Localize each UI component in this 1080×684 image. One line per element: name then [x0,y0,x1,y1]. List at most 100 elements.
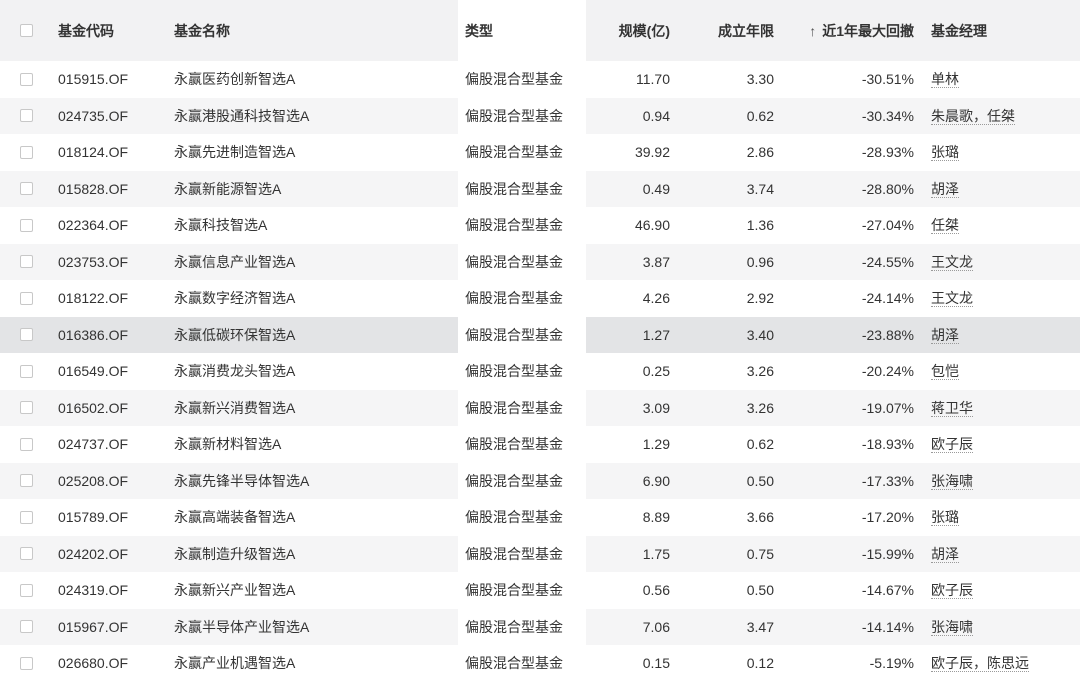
fund-name[interactable]: 永赢新兴产业智选A [174,580,295,600]
fund-name[interactable]: 永赢医药创新智选A [174,69,295,89]
row-checkbox[interactable] [20,547,33,561]
fund-name[interactable]: 永赢科技智选A [174,215,267,235]
table-row[interactable]: 024319.OF 永赢新兴产业智选A 偏股混合型基金 0.56 0.50 -14.67%… [0,572,1080,609]
row-checkbox[interactable] [20,474,33,488]
fund-type: 偏股混合型基金 [465,545,563,562]
fund-manager[interactable]: 王文龙 [931,288,973,308]
fund-manager-link[interactable]: 朱晨歌，任桀 [931,107,1015,125]
header-code[interactable]: 基金代码 [58,21,114,41]
table-row[interactable]: 015789.OF 永赢高端装备智选A 偏股混合型基金 8.89 3.66 -17.20%… [0,499,1080,536]
header-manager[interactable]: 基金经理 [931,21,987,41]
fund-manager[interactable]: 欧子辰 [931,580,973,600]
fund-name[interactable]: 永赢产业机遇智选A [174,653,295,673]
row-checkbox[interactable] [20,218,33,232]
fund-name[interactable]: 永赢新材料智选A [174,434,281,454]
fund-manager-link[interactable]: 王文龙 [931,290,973,308]
fund-table: 基金代码 基金名称 类型 规模(亿) 成立年限 ↑ 近1年最大回撤 基金经理 01… [0,0,1080,682]
table-row[interactable]: 025208.OF 永赢先锋半导体智选A 偏股混合型基金 6.90 0.50 -17.33… [0,462,1080,499]
row-checkbox[interactable] [20,182,33,196]
fund-manager[interactable]: 包恺 [931,361,959,381]
table-row[interactable]: 024735.OF 永赢港股通科技智选A 偏股混合型基金 0.94 0.62 -30.34… [0,97,1080,134]
fund-manager-link[interactable]: 包恺 [931,363,959,381]
fund-name[interactable]: 永赢制造升级智选A [174,544,295,564]
fund-code: 026680.OF [58,655,129,672]
header-type[interactable]: 类型 [465,21,493,41]
fund-manager[interactable]: 胡泽 [931,325,959,345]
fund-manager-link[interactable]: 欧子辰 [931,436,973,454]
fund-manager-link[interactable]: 张璐 [931,509,959,527]
fund-name[interactable]: 永赢低碳环保智选A [174,325,295,345]
fund-manager[interactable]: 胡泽 [931,179,959,199]
table-row[interactable]: 023753.OF 永赢信息产业智选A 偏股混合型基金 3.87 0.96 -24.55%… [0,243,1080,280]
fund-manager[interactable]: 张海啸 [931,617,973,637]
fund-manager-link[interactable]: 王文龙 [931,253,973,271]
fund-manager[interactable]: 胡泽 [931,544,959,564]
row-checkbox[interactable] [20,291,33,305]
fund-name[interactable]: 永赢先进制造智选A [174,142,295,162]
fund-name[interactable]: 永赢先锋半导体智选A [174,471,309,491]
table-row[interactable]: 016502.OF 永赢新兴消费智选A 偏股混合型基金 3.09 3.26 -19.07%… [0,389,1080,426]
select-all-checkbox[interactable] [20,24,33,37]
row-checkbox[interactable] [20,364,33,378]
table-row[interactable]: 018122.OF 永赢数字经济智选A 偏股混合型基金 4.26 2.92 -24.14%… [0,280,1080,317]
table-row[interactable]: 015828.OF 永赢新能源智选A 偏股混合型基金 0.49 3.74 -28.80% 胡… [0,170,1080,207]
fund-manager[interactable]: 王文龙 [931,252,973,272]
fund-manager[interactable]: 张海啸 [931,471,973,491]
fund-manager-link[interactable]: 欧子辰，陈思远 [931,655,1029,673]
row-checkbox[interactable] [20,109,33,123]
fund-manager[interactable]: 欧子辰 [931,434,973,454]
fund-manager-link[interactable]: 张海啸 [931,472,973,490]
row-checkbox[interactable] [20,656,33,670]
table-row[interactable]: 016549.OF 永赢消费龙头智选A 偏股混合型基金 0.25 3.26 -20.24%… [0,353,1080,390]
fund-manager[interactable]: 张璐 [931,507,959,527]
fund-name[interactable]: 永赢新兴消费智选A [174,398,295,418]
fund-manager-link[interactable]: 任桀 [931,217,959,235]
row-checkbox[interactable] [20,255,33,269]
row-checkbox[interactable] [20,145,33,159]
fund-code: 015789.OF [58,509,129,526]
sort-ascending-icon[interactable]: ↑ [809,23,816,39]
row-checkbox[interactable] [20,437,33,451]
table-row[interactable]: 016386.OF 永赢低碳环保智选A 偏股混合型基金 1.27 3.40 -23.88%… [0,316,1080,353]
header-drawdown[interactable]: ↑ 近1年最大回撤 [809,21,914,41]
fund-manager[interactable]: 蒋卫华 [931,398,973,418]
fund-manager-link[interactable]: 胡泽 [931,326,959,344]
fund-name[interactable]: 永赢消费龙头智选A [174,361,295,381]
fund-name[interactable]: 永赢数字经济智选A [174,288,295,308]
table-row[interactable]: 015915.OF 永赢医药创新智选A 偏股混合型基金 11.70 3.30 -30.51… [0,61,1080,98]
row-checkbox[interactable] [20,583,33,597]
row-checkbox[interactable] [20,72,33,86]
fund-name[interactable]: 永赢新能源智选A [174,179,281,199]
fund-manager-link[interactable]: 张璐 [931,144,959,162]
row-checkbox[interactable] [20,328,33,342]
header-scale[interactable]: 规模(亿) [619,21,670,41]
table-row[interactable]: 024737.OF 永赢新材料智选A 偏股混合型基金 1.29 0.62 -18.93% 欧… [0,426,1080,463]
fund-manager[interactable]: 单林 [931,69,959,89]
fund-name[interactable]: 永赢港股通科技智选A [174,106,309,126]
row-checkbox[interactable] [20,401,33,415]
fund-manager-link[interactable]: 张海啸 [931,618,973,636]
fund-type: 偏股混合型基金 [465,71,563,88]
table-row[interactable]: 018124.OF 永赢先进制造智选A 偏股混合型基金 39.92 2.86 -28.93… [0,134,1080,171]
table-row[interactable]: 022364.OF 永赢科技智选A 偏股混合型基金 46.90 1.36 -27.04% 任… [0,207,1080,244]
fund-name[interactable]: 永赢半导体产业智选A [174,617,309,637]
fund-manager-link[interactable]: 欧子辰 [931,582,973,600]
fund-manager-link[interactable]: 单林 [931,71,959,89]
fund-name[interactable]: 永赢信息产业智选A [174,252,295,272]
table-row[interactable]: 015967.OF 永赢半导体产业智选A 偏股混合型基金 7.06 3.47 -14.14… [0,608,1080,645]
table-row[interactable]: 026680.OF 永赢产业机遇智选A 偏股混合型基金 0.15 0.12 -5.19% 欧… [0,645,1080,682]
fund-manager-link[interactable]: 蒋卫华 [931,399,973,417]
row-checkbox[interactable] [20,620,33,634]
header-name[interactable]: 基金名称 [174,21,230,41]
fund-name[interactable]: 永赢高端装备智选A [174,507,295,527]
fund-manager[interactable]: 张璐 [931,142,959,162]
fund-manager[interactable]: 任桀 [931,215,959,235]
fund-manager[interactable]: 欧子辰，陈思远 [931,653,1029,673]
header-years[interactable]: 成立年限 [718,21,774,41]
table-row[interactable]: 024202.OF 永赢制造升级智选A 偏股混合型基金 1.75 0.75 -15.99%… [0,535,1080,572]
fund-manager[interactable]: 朱晨歌，任桀 [931,106,1015,126]
fund-manager-link[interactable]: 胡泽 [931,545,959,563]
row-checkbox[interactable] [20,510,33,524]
fund-manager-link[interactable]: 胡泽 [931,180,959,198]
fund-years: 3.30 [746,71,774,88]
